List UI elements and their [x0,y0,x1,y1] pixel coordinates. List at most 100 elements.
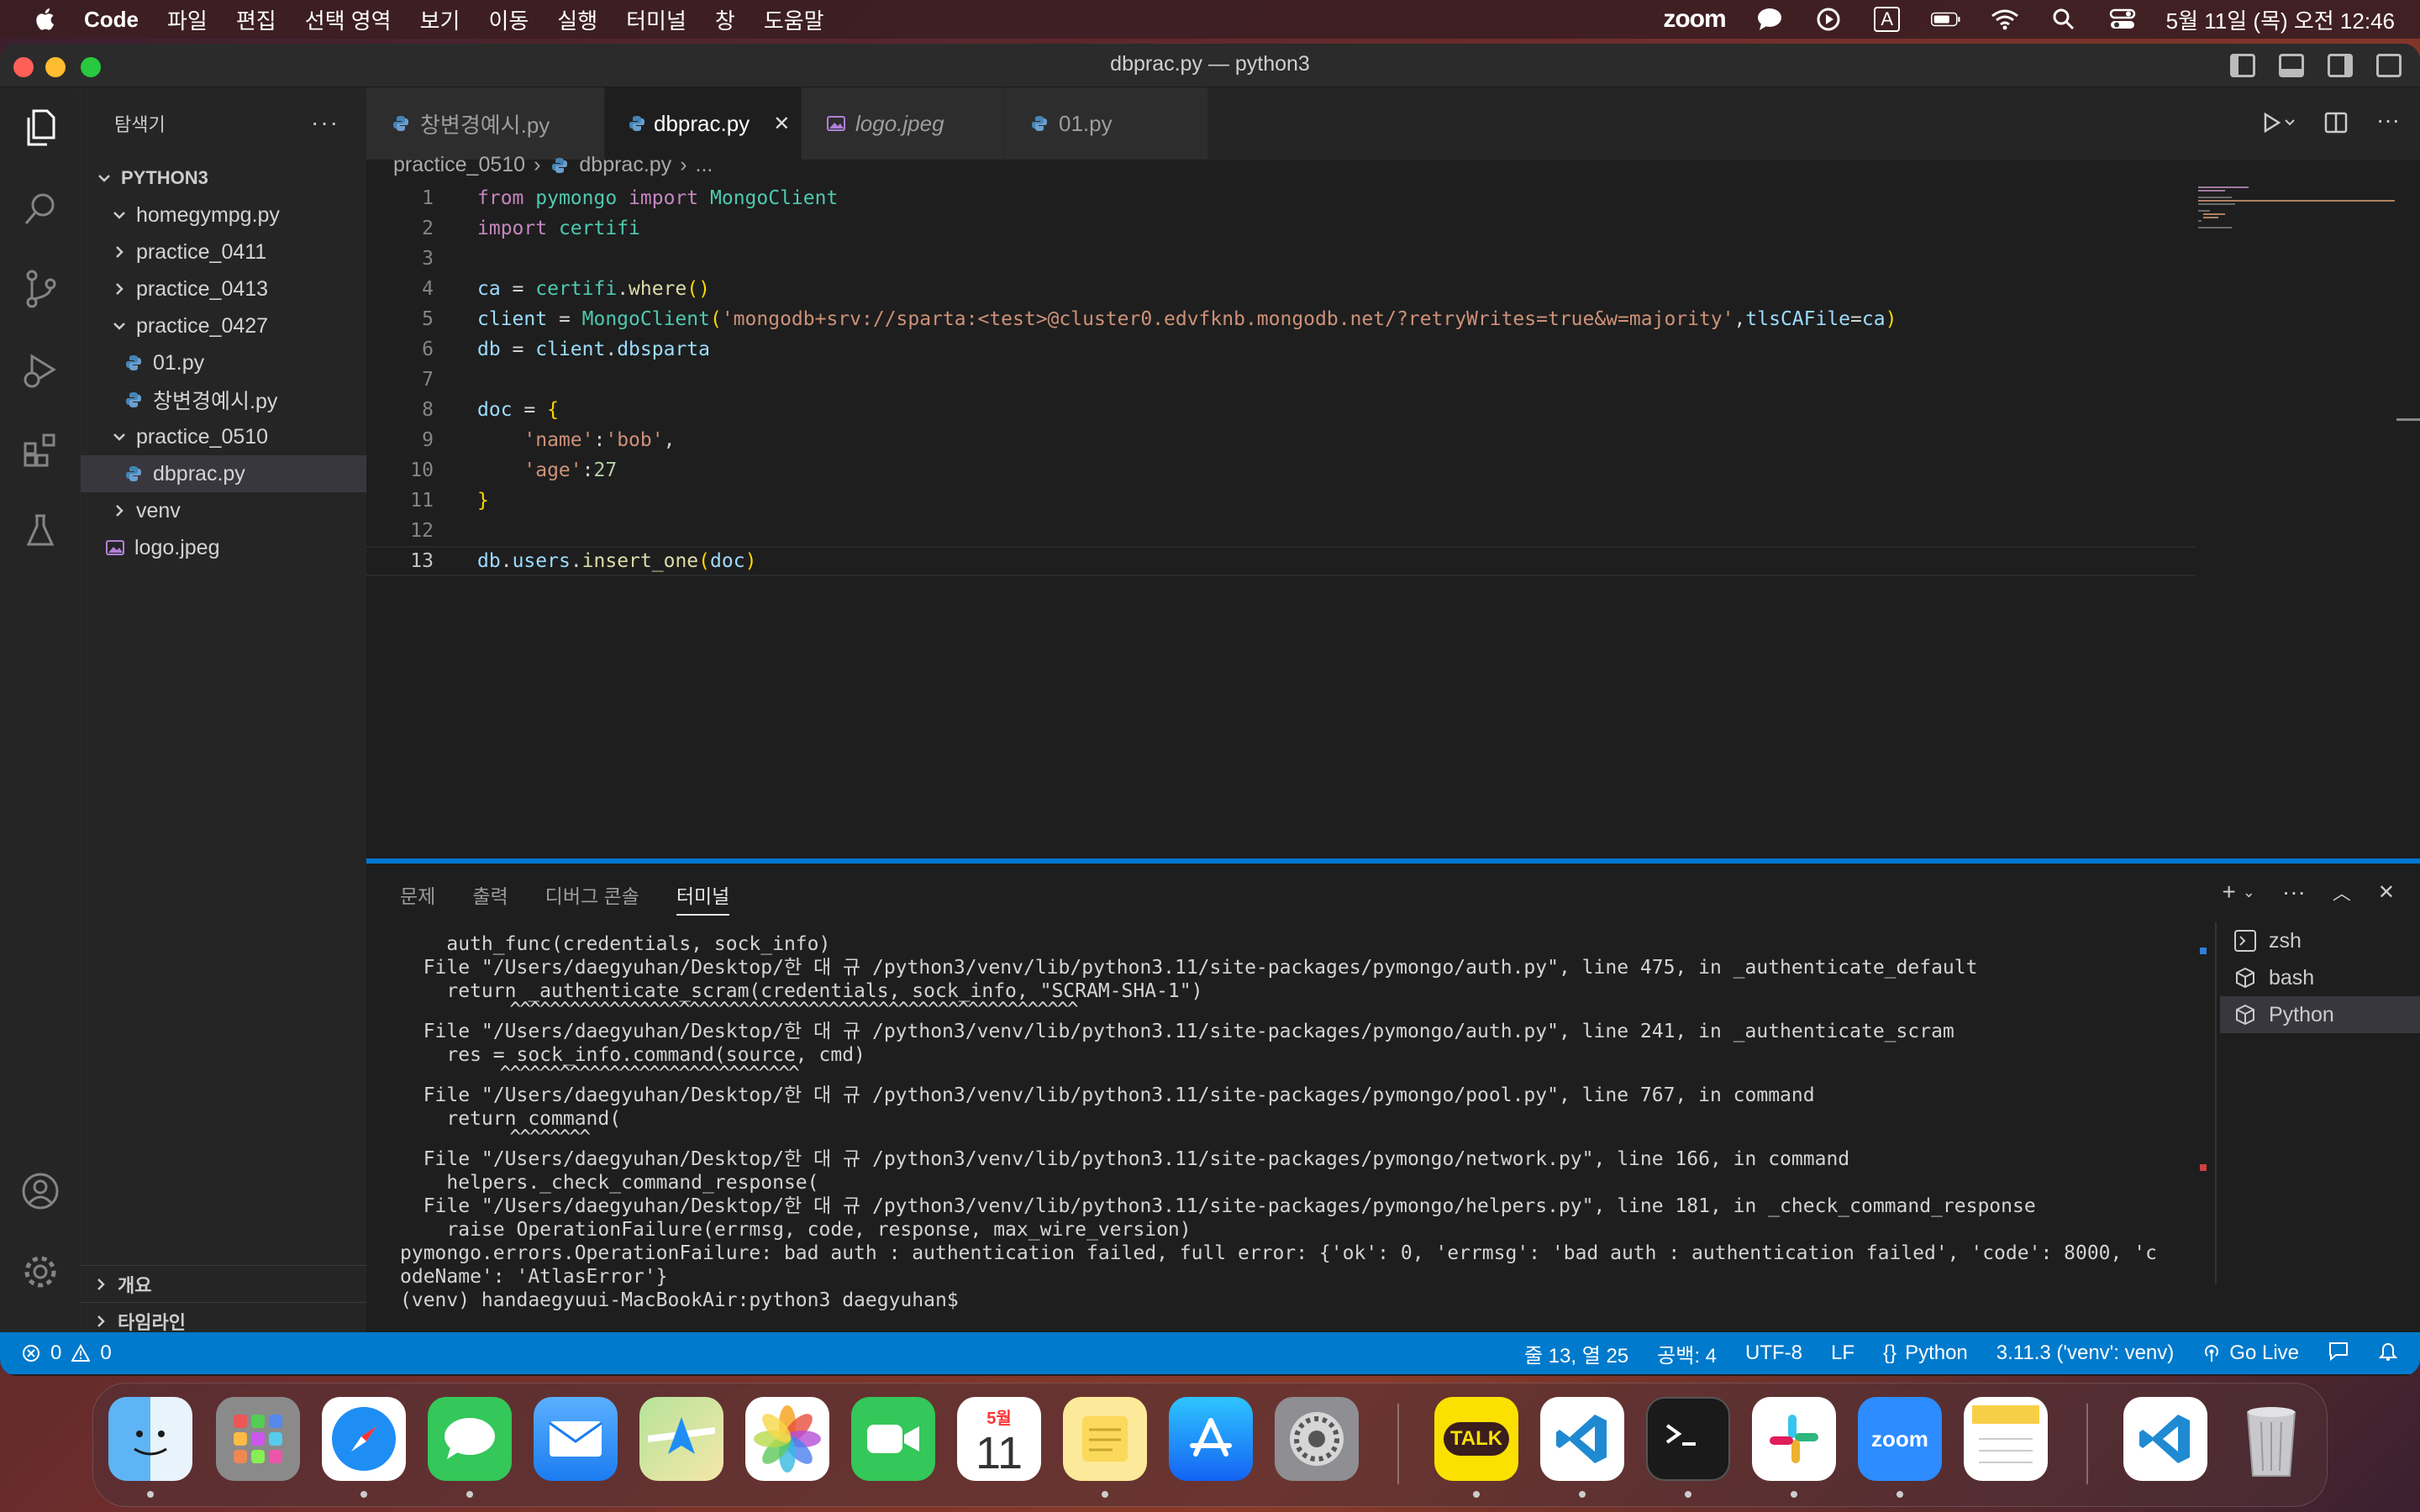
wifi-icon[interactable] [1990,7,2020,32]
menu-view[interactable]: 보기 [420,4,460,35]
minimap[interactable] [2198,183,2400,855]
vscode-icon[interactable] [1540,1397,1624,1481]
indentation[interactable]: 공백: 4 [1657,1339,1717,1368]
menu-selection[interactable]: 선택 영역 [305,4,392,35]
tree-folder-venv[interactable]: venv [81,492,366,529]
battery-icon[interactable] [1930,7,1961,32]
calendar-icon[interactable]: 5월 11 [957,1397,1041,1481]
panel-tab-debug-console[interactable]: 디버그 콘솔 [545,880,639,916]
panel-tab-output[interactable]: 출력 [472,880,508,916]
tab-logo-jpeg[interactable]: logo.jpeg [802,87,1005,160]
cursor-position[interactable]: 줄 13, 열 25 [1524,1339,1628,1368]
photos-icon[interactable] [745,1397,829,1481]
play-circle-icon[interactable] [1813,7,1844,32]
control-center-icon[interactable] [2107,7,2138,32]
menu-help[interactable]: 도움말 [764,4,824,35]
problems-status[interactable]: 0 0 [22,1341,112,1365]
encoding[interactable]: UTF-8 [1745,1341,1802,1365]
toggle-panel-icon[interactable] [2279,54,2304,77]
toggle-primary-sidebar-icon[interactable] [2230,54,2255,77]
tree-file-01-py[interactable]: 01.py [81,344,366,381]
source-control-icon[interactable] [0,249,81,329]
panel-more-actions-icon[interactable]: ··· [2282,879,2306,906]
new-terminal-icon[interactable]: + [2222,879,2235,906]
outline-section[interactable]: 개요 [81,1265,366,1302]
tab-changbyeon[interactable]: 창변경예시.py [366,87,605,160]
terminal-app-icon[interactable] [1646,1397,1730,1481]
input-source-icon[interactable]: A [1872,7,1902,32]
feedback-icon[interactable] [2328,1341,2349,1367]
terminal-item-zsh[interactable]: zsh [2220,922,2420,959]
extensions-icon[interactable] [0,410,81,491]
menu-window[interactable]: 창 [715,4,735,35]
panel-tab-terminal[interactable]: 터미널 [676,880,730,916]
search-icon[interactable] [0,168,81,249]
run-python-file-icon[interactable] [2262,111,2296,139]
terminal-output[interactable]: auth_func(credentials, sock_info) File "… [400,932,2215,1312]
close-tab-icon[interactable]: ✕ [773,112,790,136]
accounts-icon[interactable] [0,1151,81,1231]
menubar-clock[interactable]: 5월 11일 (목) 오전 12:46 [2166,4,2395,35]
toggle-secondary-sidebar-icon[interactable] [2328,54,2353,77]
code-editor[interactable]: 1 from pymongo import MongoClient 2 impo… [366,183,2198,855]
tree-folder-practice-0510[interactable]: practice_0510 [81,418,366,455]
menu-run[interactable]: 실행 [557,4,597,35]
terminal-item-bash[interactable]: bash [2220,959,2420,996]
tree-file-changbyeon[interactable]: 창변경예시.py [81,381,366,418]
settings-gear-icon[interactable] [0,1231,81,1312]
zoom-status-item[interactable]: zoom [1663,5,1726,34]
menu-file[interactable]: 파일 [167,4,208,35]
language-mode[interactable]: {} Python [1883,1341,1968,1365]
notifications-bell-icon[interactable] [2378,1340,2398,1368]
slack-icon[interactable] [1752,1397,1836,1481]
workspace-root[interactable]: PYTHON3 [81,160,366,197]
safari-icon[interactable] [322,1397,406,1481]
menu-terminal[interactable]: 터미널 [626,4,687,35]
more-actions-icon[interactable]: ··· [311,109,339,136]
system-settings-icon[interactable] [1275,1397,1359,1481]
tree-folder-practice-0427[interactable]: practice_0427 [81,307,366,344]
trash-icon[interactable] [2229,1397,2313,1481]
finder-icon[interactable] [108,1397,192,1481]
kakaotalk-icon[interactable]: TALK [1434,1397,1518,1481]
spotlight-search-icon[interactable] [2049,7,2079,32]
vscode-minimized-window-icon[interactable] [2123,1397,2207,1481]
run-debug-icon[interactable] [0,329,81,410]
end-of-line[interactable]: LF [1831,1341,1854,1365]
chat-bubble-icon[interactable] [1754,7,1785,32]
close-panel-icon[interactable]: ✕ [2378,880,2395,905]
tree-file-logo-jpeg[interactable]: logo.jpeg [81,529,366,566]
tree-folder-practice-0413[interactable]: practice_0413 [81,270,366,307]
tab-dbprac[interactable]: dbprac.py ✕ [605,87,802,160]
launchpad-icon[interactable] [216,1397,300,1481]
panel-tab-problems[interactable]: 문제 [400,880,435,916]
explorer-icon[interactable] [0,87,81,168]
menu-app-name[interactable]: Code [84,7,139,33]
tree-file-dbprac[interactable]: dbprac.py [81,455,366,492]
tab-01-py[interactable]: 01.py [1005,87,1208,160]
testing-flask-icon[interactable] [0,491,81,571]
zoom-app-icon[interactable]: zoom [1858,1397,1942,1481]
menu-go[interactable]: 이동 [488,4,529,35]
python-interpreter[interactable]: 3.11.3 ('venv': venv) [1996,1341,2175,1365]
editor-more-actions-icon[interactable]: ··· [2376,108,2400,139]
customize-layout-icon[interactable] [2376,54,2402,77]
split-editor-icon[interactable] [2324,111,2348,139]
maximize-panel-icon[interactable]: ︿ [2333,879,2351,906]
go-live-button[interactable]: Go Live [2202,1341,2299,1365]
breadcrumb-more[interactable]: ... [696,153,713,177]
apple-icon[interactable] [34,7,59,32]
messages-icon[interactable] [428,1397,512,1481]
stickies-icon[interactable] [1063,1397,1147,1481]
chevron-down-icon[interactable]: ⌄ [2243,884,2255,901]
maps-icon[interactable] [639,1397,723,1481]
notes-icon[interactable] [1964,1397,2048,1481]
facetime-icon[interactable] [851,1397,935,1481]
app-store-icon[interactable] [1169,1397,1253,1481]
tree-folder-homegympg[interactable]: homegympg.py [81,197,366,234]
menu-edit[interactable]: 편집 [236,4,276,35]
breadcrumb-folder[interactable]: practice_0510 [393,153,525,177]
tree-folder-practice-0411[interactable]: practice_0411 [81,234,366,270]
mail-icon[interactable] [534,1397,618,1481]
breadcrumb-file[interactable]: dbprac.py [579,153,671,177]
